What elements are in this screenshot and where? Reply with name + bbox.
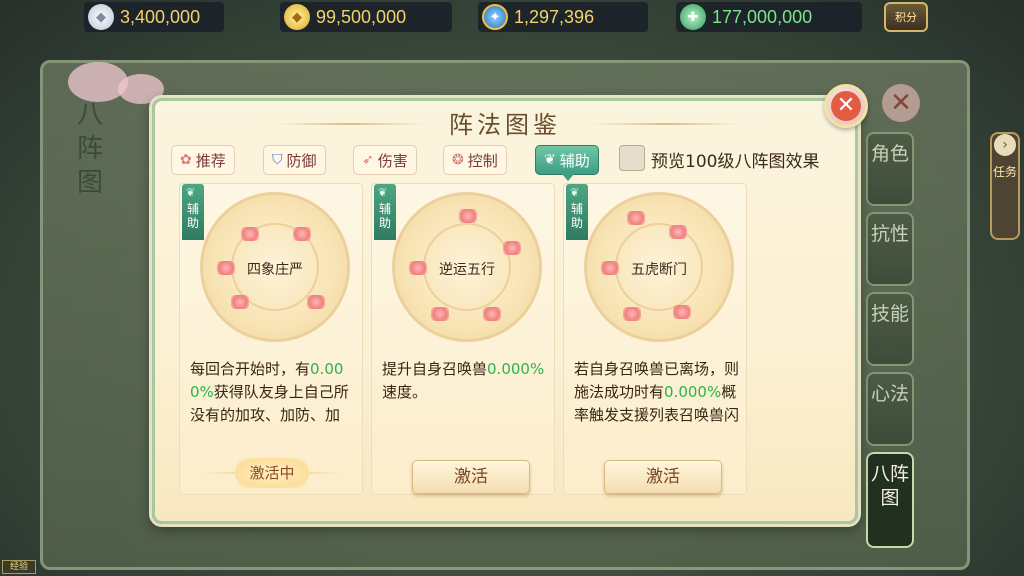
currency-value: 177,000,000 [712,6,813,27]
category-badge: ❦ 辅助 [566,184,588,240]
leaf-icon: ❦ [544,152,556,168]
close-button[interactable]: ✕ [824,84,868,128]
badge-label: 辅助 [186,202,199,230]
side-tab-formation[interactable]: 八阵图 [866,452,914,548]
exp-tag: 经验 [2,560,36,574]
desc-value: 0.000% [664,383,722,401]
leaf-icon: ❦ [378,186,388,199]
formation-node-icon [431,307,449,321]
gold-ingot-icon: ◆ [284,4,310,30]
category-badge: ❦ 辅助 [182,184,204,240]
formation-node-icon [503,241,521,255]
background-close-icon[interactable]: ✕ [882,84,920,122]
silver-ingot-icon: ◆ [88,4,114,30]
formation-diagram: 逆运五行 [392,192,542,342]
currency-gold[interactable]: ◆ 99,500,000 [280,2,452,32]
formation-node-icon [627,211,645,225]
side-tab-mind[interactable]: 心法 [866,372,914,446]
leaf-icon: ❦ [570,186,580,199]
formation-description: 每回合开始时，有0.000%获得队友身上自己所没有的加攻、加防、加速、治愈效果（ [190,358,358,430]
activate-button[interactable]: 激活 [412,460,530,494]
formation-description: 提升自身召唤兽0.000% 速度。 [382,358,550,430]
currency-silver[interactable]: ◆ 3,400,000 [84,2,224,32]
formation-node-icon [231,295,249,309]
formation-card[interactable]: 五虎断门 ❦ 辅助 若自身召唤兽已离场，则施法成功时有0.000%概率触发支援列… [563,183,747,495]
formation-node-icon [673,305,691,319]
desc-text: 获得队友身上自己所没有的加攻、加防、加速、治愈效果（ [190,383,349,430]
preview-label: 预览100级八阵图效果 [651,152,820,172]
formation-card[interactable]: 四象庄严 ❦ 辅助 每回合开始时，有0.000%获得队友身上自己所没有的加攻、加… [179,183,363,495]
side-tab-resistance[interactable]: 抗性 [866,212,914,286]
feather-icon: ➶ [362,152,374,168]
desc-text: 提升自身召唤兽 [382,360,488,378]
filter-tab-support[interactable]: ❦ 辅助 [535,145,599,181]
desc-text: 每回合开始时，有 [190,360,311,378]
active-label: 激活中 [235,458,309,488]
formation-diagram: 四象庄严 [200,192,350,342]
side-tab-role[interactable]: 角色 [866,132,914,206]
category-badge: ❦ 辅助 [374,184,396,240]
desc-value: 0.000% [487,360,545,378]
currency-blue-coin[interactable]: ✦ 1,297,396 [478,2,648,32]
badge-label: 辅助 [378,202,391,230]
formation-node-icon [623,307,641,321]
currency-jade[interactable]: ✚ 177,000,000 [676,2,862,32]
currency-value: 1,297,396 [514,6,595,27]
filter-label: 控制 [467,151,498,170]
active-status-button[interactable]: 激活中 [200,456,344,490]
formation-name: 逆运五行 [439,262,495,278]
shield-icon: ⛉ [272,152,283,168]
filter-tab-defense[interactable]: ⛉ 防御 [263,145,326,175]
leaf-icon: ❦ [186,186,196,199]
filter-label: 辅助 [559,151,590,170]
formation-diagram: 五虎断门 [584,192,734,342]
formation-codex-dialog: 阵法图鉴 ✿ 推荐 ⛉ 防御 ➶ 伤害 ❂ 控制 ❦ 辅助 预览100级八阵图效… [152,98,858,524]
formation-node-icon [669,225,687,239]
filter-tab-control[interactable]: ❂ 控制 [443,145,507,175]
blue-coin-icon: ✦ [482,4,508,30]
jade-coin-icon: ✚ [680,4,706,30]
formation-node-icon [459,209,477,223]
activate-button[interactable]: 激活 [604,460,722,494]
formation-description: 若自身召唤兽已离场，则施法成功时有0.000%概率触发支援列表召唤兽闪现。（仅P [574,358,742,430]
currency-value: 3,400,000 [120,6,201,27]
formation-card[interactable]: 逆运五行 ❦ 辅助 提升自身召唤兽0.000% 速度。 激活 [371,183,555,495]
swirl-icon: ✿ [180,152,192,168]
formation-node-icon [307,295,325,309]
formation-node-icon [483,307,501,321]
formation-node-icon [293,227,311,241]
dialog-title: 阵法图鉴 [449,111,561,139]
filter-tab-recommend[interactable]: ✿ 推荐 [171,145,235,175]
side-tab-skill[interactable]: 技能 [866,292,914,366]
formation-node-icon [241,227,259,241]
background-title: 八阵图 [76,100,103,198]
filter-label: 伤害 [377,151,408,170]
filter-label: 防御 [286,151,317,170]
badge-label: 辅助 [570,202,583,230]
formation-name: 五虎断门 [631,262,687,278]
preview-checkbox[interactable] [619,145,645,171]
currency-value: 99,500,000 [316,6,407,27]
chevron-right-icon[interactable]: › [994,134,1016,156]
close-icon: ✕ [831,91,861,121]
filter-tab-damage[interactable]: ➶ 伤害 [353,145,417,175]
desc-text: 速度。 [382,383,428,401]
filter-label: 推荐 [195,151,226,170]
currency-bar: ◆ 3,400,000 ◆ 99,500,000 ✦ 1,297,396 ✚ 1… [0,0,1024,34]
vortex-icon: ❂ [452,152,464,168]
formation-name: 四象庄严 [247,262,303,278]
score-button[interactable]: 积分 [884,2,928,32]
